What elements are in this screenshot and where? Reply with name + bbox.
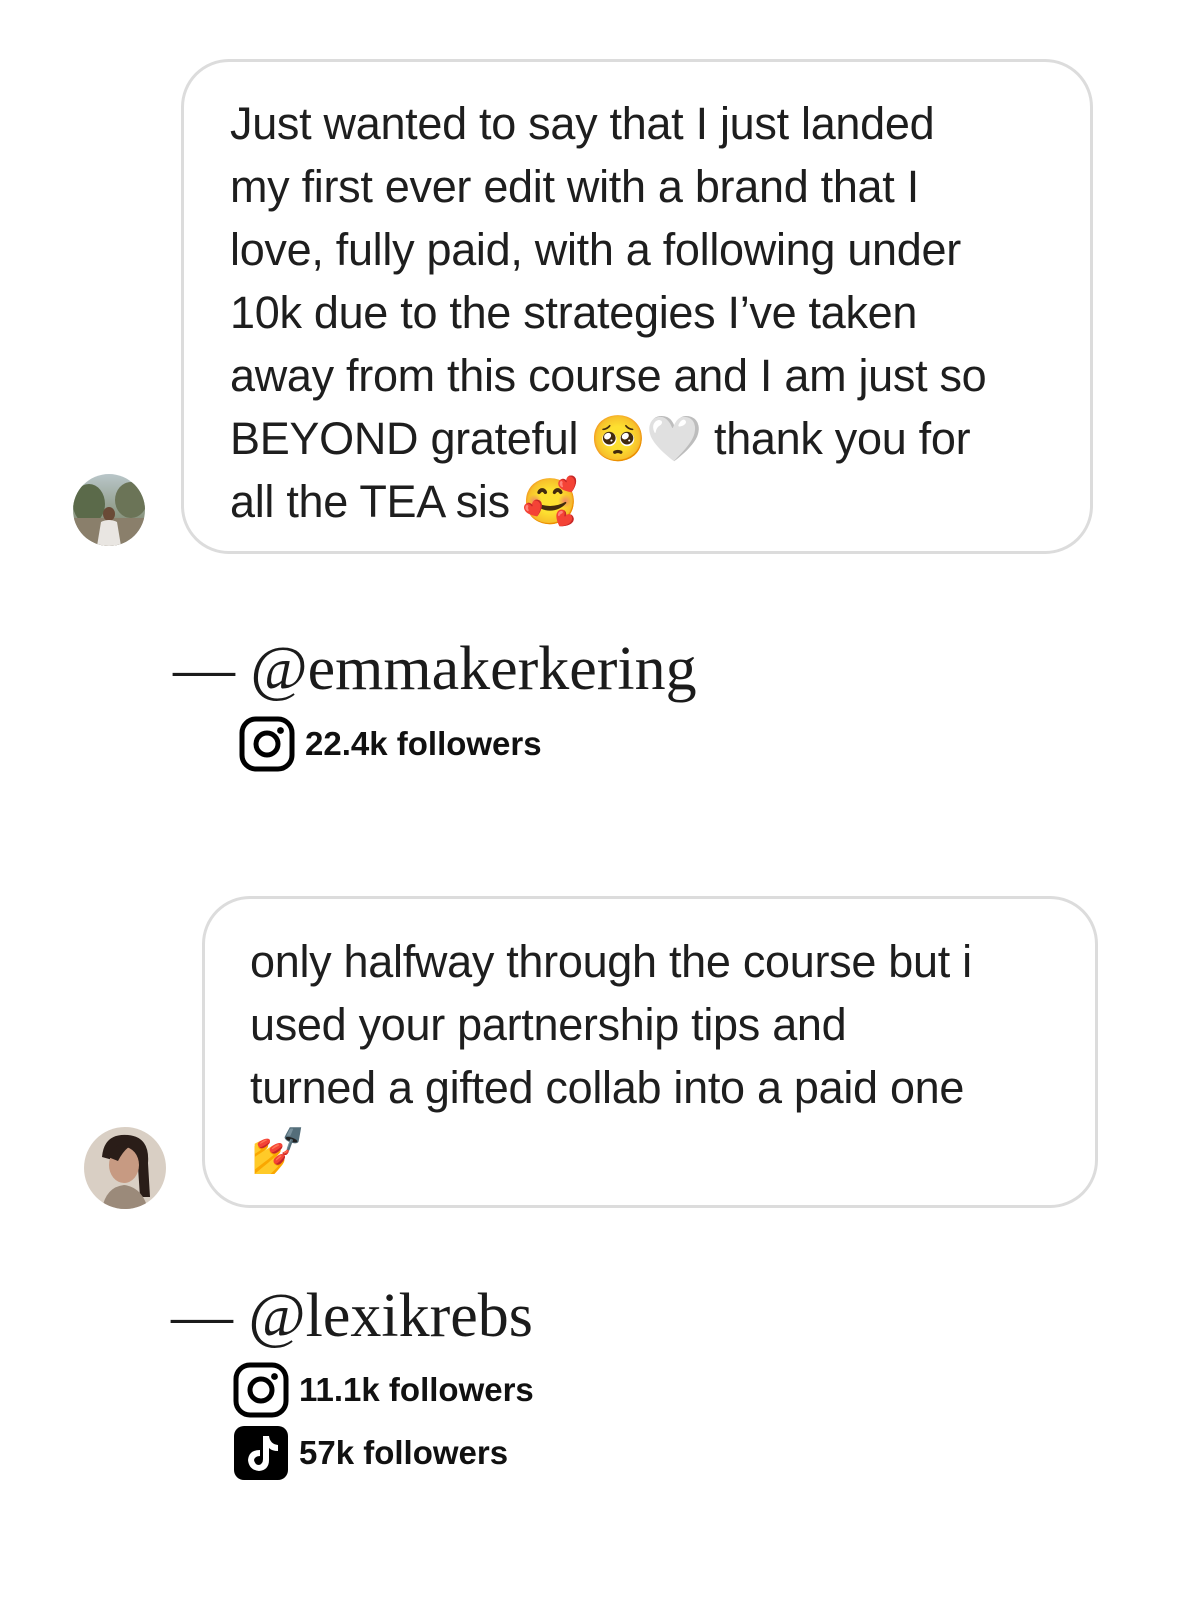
avatar-photo-icon [73, 474, 145, 546]
instagram-followers: 22.4k followers [239, 716, 542, 772]
instagram-icon [233, 1362, 289, 1418]
message-text: Just wanted to say that I just landed my… [230, 98, 987, 527]
message-bubble: only halfway through the course but i us… [202, 896, 1098, 1208]
author-handle[interactable]: — @lexikrebs [171, 1281, 533, 1352]
follower-count: 11.1k followers [299, 1371, 534, 1408]
follower-count: 57k followers [299, 1434, 509, 1471]
avatar-lexikrebs[interactable] [84, 1127, 166, 1209]
instagram-followers: 11.1k followers [233, 1362, 534, 1418]
follower-count: 22.4k followers [305, 725, 542, 762]
tiktok-icon [234, 1426, 288, 1480]
tiktok-followers: 57k followers [233, 1425, 508, 1481]
instagram-icon [239, 716, 295, 772]
message-bubble: Just wanted to say that I just landed my… [181, 59, 1093, 554]
avatar-photo-icon [84, 1127, 166, 1209]
message-text: only halfway through the course but i us… [250, 936, 972, 1176]
author-handle[interactable]: — @emmakerkering [173, 634, 697, 705]
avatar-emmakerkering[interactable] [73, 474, 145, 546]
